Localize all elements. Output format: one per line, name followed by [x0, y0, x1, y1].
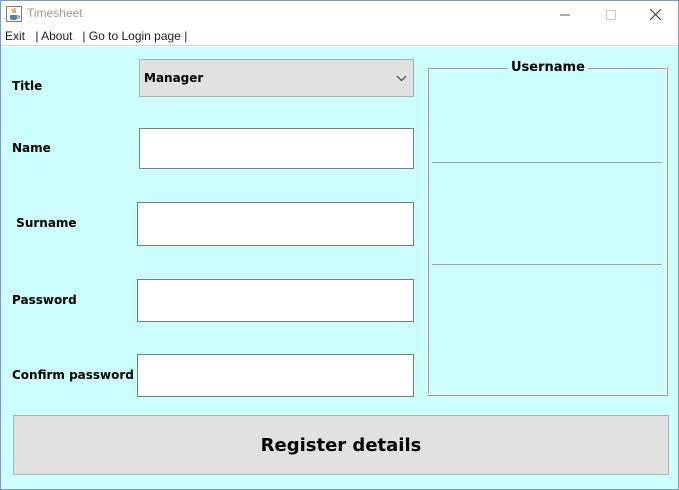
close-icon [649, 9, 661, 20]
close-button[interactable] [632, 1, 678, 28]
menu-exit[interactable]: Exit [5, 29, 25, 43]
menu-go-to-login[interactable]: | Go to Login page | [79, 29, 187, 43]
surname-field[interactable] [137, 202, 414, 246]
minimize-button[interactable] [542, 1, 588, 28]
title-dropdown-value: Manager [144, 71, 204, 85]
java-cup-icon [6, 6, 22, 22]
confirm-password-label: Confirm password [12, 368, 134, 382]
registration-form: Title Manager Name Surname Password Conf… [1, 47, 678, 489]
panel-divider [432, 264, 662, 265]
maximize-icon [606, 9, 616, 20]
register-button[interactable]: Register details [13, 415, 669, 475]
window-title: Timesheet [27, 6, 83, 20]
name-input[interactable] [140, 129, 413, 168]
app-window: Timesheet Exit | About | Go to Login pag… [0, 0, 679, 490]
title-bar[interactable]: Timesheet [1, 1, 678, 28]
confirm-password-field[interactable] [137, 354, 414, 397]
panel-divider [432, 162, 662, 163]
password-input[interactable] [138, 280, 413, 321]
confirm-password-input[interactable] [138, 355, 413, 396]
username-panel-title: Username [508, 60, 588, 75]
menu-about[interactable]: | About [32, 29, 72, 43]
menu-bar: Exit | About | Go to Login page | [1, 28, 678, 46]
username-panel-border [428, 68, 666, 394]
title-dropdown[interactable]: Manager [139, 59, 414, 97]
maximize-button[interactable] [588, 1, 634, 28]
password-field[interactable] [137, 279, 414, 322]
password-label: Password [12, 293, 77, 307]
name-field[interactable] [139, 128, 414, 169]
chevron-down-icon [396, 75, 407, 82]
username-panel: Username [427, 60, 668, 396]
surname-input[interactable] [138, 203, 413, 245]
register-button-label: Register details [260, 434, 422, 456]
minimize-icon [560, 14, 570, 15]
title-label: Title [12, 79, 43, 93]
surname-label: Surname [12, 216, 77, 230]
name-label: Name [12, 141, 51, 155]
